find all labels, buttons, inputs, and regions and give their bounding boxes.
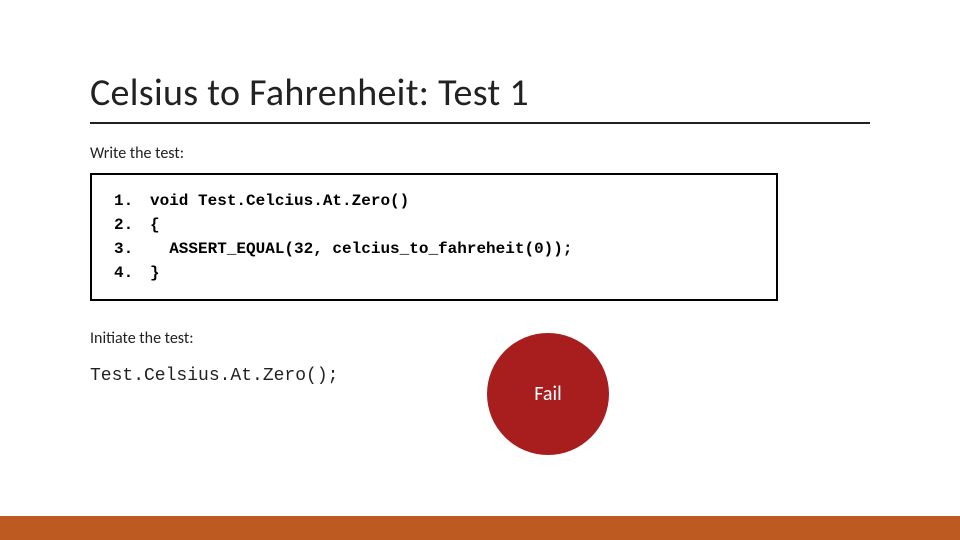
- line-number: 1.: [114, 189, 150, 213]
- code-line: 1. void Test.Celcius.At.Zero(): [114, 189, 754, 213]
- line-number: 4.: [114, 261, 150, 285]
- line-number: 3.: [114, 237, 150, 261]
- test-call-text: Test.Celsius.At.Zero();: [90, 366, 470, 386]
- footer-accent-bar: [0, 516, 960, 540]
- code-text: {: [150, 213, 160, 237]
- line-number: 2.: [114, 213, 150, 237]
- fail-icon: Fail: [487, 333, 609, 455]
- slide-title: Celsius to Fahrenheit: Test 1: [90, 70, 870, 124]
- code-text: }: [150, 261, 160, 285]
- code-line: 2. {: [114, 213, 754, 237]
- code-block: 1. void Test.Celcius.At.Zero() 2. { 3. A…: [90, 173, 778, 301]
- fail-label: Fail: [534, 382, 561, 406]
- code-text: void Test.Celcius.At.Zero(): [150, 189, 409, 213]
- status-badge: Fail: [487, 333, 609, 455]
- code-text: ASSERT_EQUAL(32, celcius_to_fahreheit(0)…: [150, 237, 572, 261]
- code-line: 4. }: [114, 261, 754, 285]
- initiate-test-label: Initiate the test:: [90, 329, 470, 348]
- write-test-label: Write the test:: [90, 144, 870, 163]
- code-line: 3. ASSERT_EQUAL(32, celcius_to_fahreheit…: [114, 237, 754, 261]
